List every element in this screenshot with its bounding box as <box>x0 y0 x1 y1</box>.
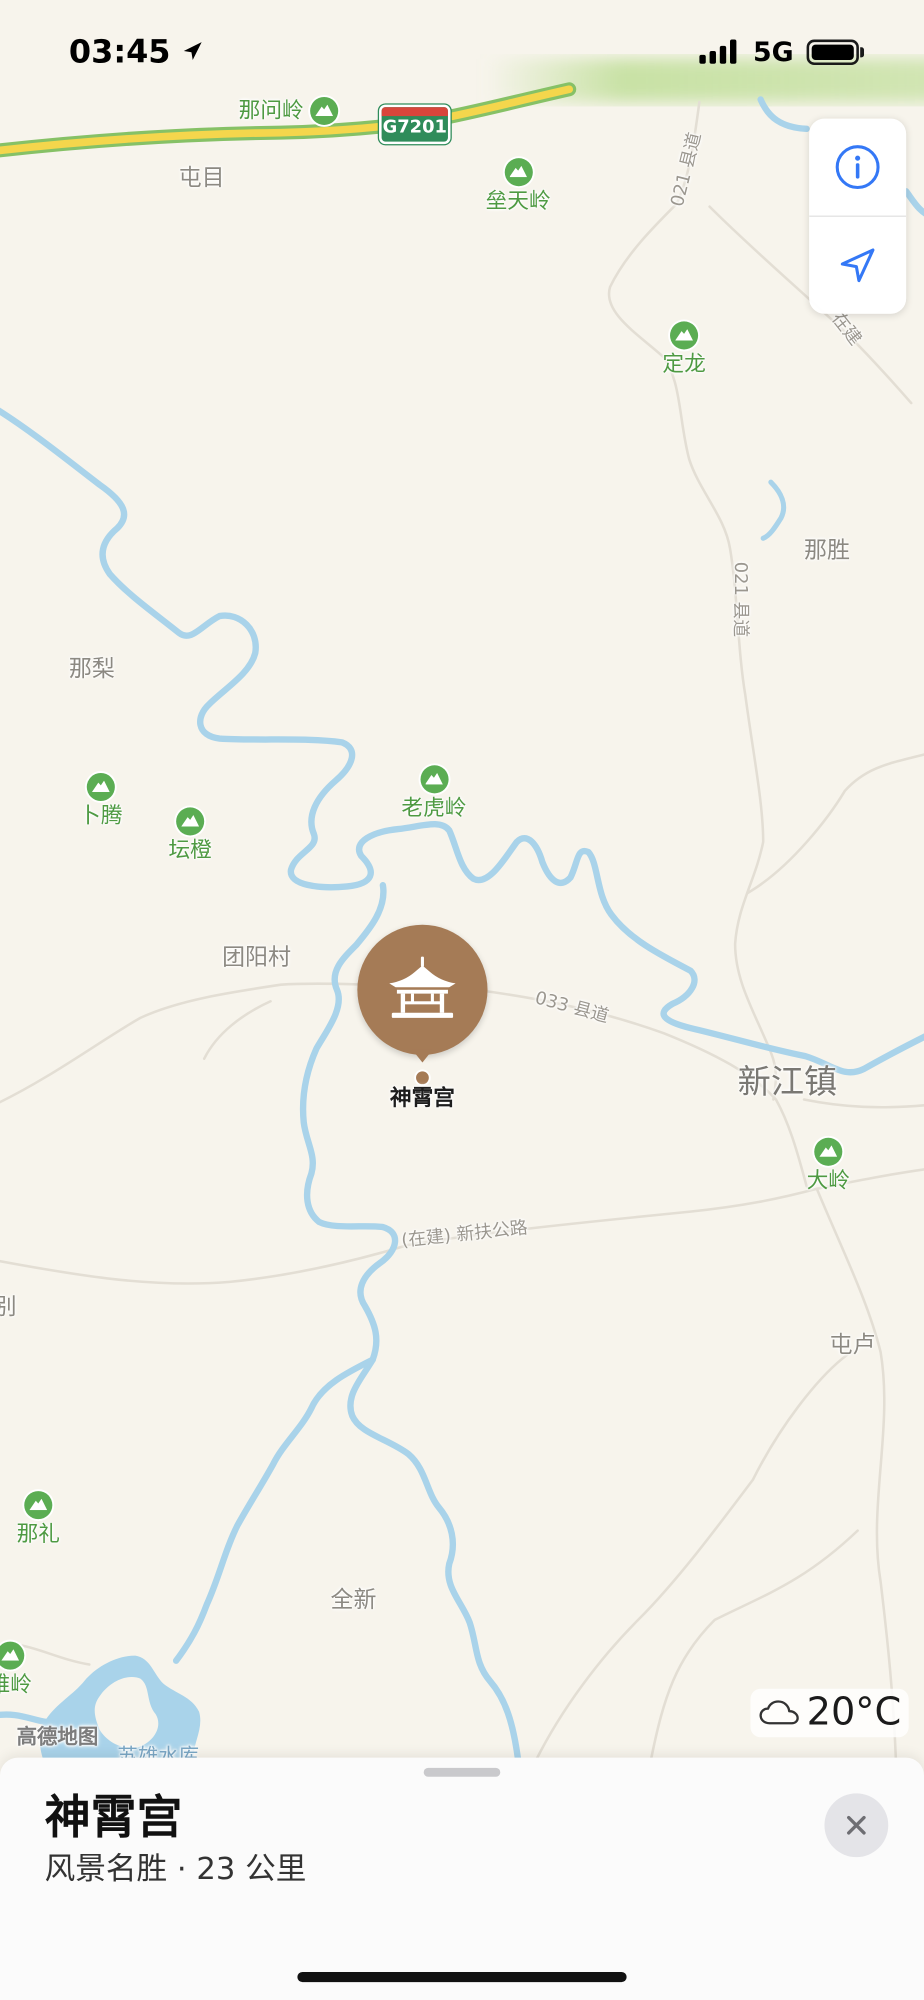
village-label: 那胜 <box>804 536 850 564</box>
battery-nub <box>860 47 865 58</box>
mountain-icon <box>0 1641 25 1670</box>
sheet-grabber[interactable] <box>423 1767 501 1777</box>
pavilion-icon <box>389 956 456 1018</box>
road-label: 021 县道 <box>730 561 751 638</box>
info-button[interactable] <box>809 119 906 216</box>
home-indicator[interactable] <box>297 1971 627 1983</box>
pin-bubble[interactable] <box>357 924 488 1055</box>
peak-label: 垒天岭 <box>485 188 551 215</box>
mountain-icon <box>24 1491 53 1520</box>
info-icon <box>835 145 880 190</box>
village-label: 团阳村 <box>222 943 291 971</box>
stream-northeast <box>757 96 810 133</box>
peak-label: 那礼 <box>16 1521 60 1548</box>
village-label: 屯卢 <box>829 1331 876 1359</box>
selected-place-pin[interactable]: 神霄宫 <box>357 924 488 1116</box>
pin-location-dot <box>416 1071 429 1085</box>
road-east-2 <box>746 753 924 895</box>
network-type: 5G <box>752 36 794 68</box>
stream-west <box>0 1711 50 1726</box>
peak-label: 定龙 <box>662 352 706 378</box>
phone-screen: G7201 屯目 那胜 那梨 团阳村 屯卢 全新 别 新江镇 021 县道 02… <box>0 0 924 2000</box>
peak-label: 老虎岭 <box>401 795 467 822</box>
peak-poi[interactable]: 坛橙 <box>168 807 212 864</box>
peak-poi[interactable]: 那礼 <box>17 1491 60 1547</box>
river-southwest <box>172 1356 376 1664</box>
battery-icon <box>806 39 859 66</box>
temperature: 20°C <box>806 1690 902 1735</box>
signal-bars-icon <box>699 39 737 64</box>
mountain-icon <box>176 807 205 836</box>
map-attribution[interactable]: 高德地图 <box>17 1726 99 1747</box>
peak-poi[interactable]: 卜腾 <box>79 772 123 830</box>
status-bar: 03:45 5G <box>0 0 924 102</box>
peak-label: 坛橙 <box>168 838 212 864</box>
peak-label: 卜腾 <box>79 803 123 830</box>
mountain-icon <box>814 1137 843 1166</box>
place-title: 神霄宫 <box>44 1792 183 1845</box>
road-county-021 <box>607 100 778 1101</box>
village-label: 屯目 <box>178 164 225 192</box>
town-label: 新江镇 <box>737 1063 838 1103</box>
locate-me-button[interactable] <box>809 217 906 314</box>
close-button[interactable] <box>824 1793 889 1858</box>
location-arrow-icon <box>840 248 875 283</box>
location-arrow-icon <box>183 42 202 60</box>
cloud-icon <box>759 1700 799 1725</box>
road-west-2 <box>202 999 272 1060</box>
pond <box>760 479 787 541</box>
close-icon <box>847 1815 866 1835</box>
peak-poi[interactable]: 定龙 <box>662 321 706 378</box>
shield-red-band <box>381 107 448 117</box>
place-sheet[interactable]: 神霄宫 风景名胜 · 23 公里 <box>0 1757 924 2000</box>
highway-shield: G7201 <box>379 104 451 145</box>
mountain-icon <box>419 765 448 794</box>
peak-label: 雉岭 <box>0 1672 32 1698</box>
mountain-icon <box>86 772 115 802</box>
peak-poi[interactable]: 大岭 <box>806 1137 850 1194</box>
village-label: 别 <box>0 1295 17 1319</box>
mountain-icon <box>670 321 699 350</box>
pin-pointer <box>412 1049 433 1063</box>
road-southeast <box>815 1187 898 1762</box>
mountain-icon <box>504 158 533 187</box>
map-controls <box>809 118 907 314</box>
village-label: 全新 <box>330 1586 377 1614</box>
weather-badge: 20°C <box>750 1688 909 1738</box>
peak-label: 大岭 <box>806 1168 850 1194</box>
peak-poi[interactable]: 老虎岭 <box>401 765 466 821</box>
shield-number: G7201 <box>382 117 447 138</box>
place-subtitle: 风景名胜 · 23 公里 <box>44 1850 307 1887</box>
village-label: 那梨 <box>68 655 115 683</box>
stream-east <box>902 188 924 217</box>
peak-poi[interactable]: 垒天岭 <box>486 158 551 214</box>
pin-label[interactable]: 神霄宫 <box>390 1088 455 1111</box>
peak-poi[interactable]: 雉岭 <box>0 1641 32 1698</box>
status-time: 03:45 <box>68 33 171 71</box>
